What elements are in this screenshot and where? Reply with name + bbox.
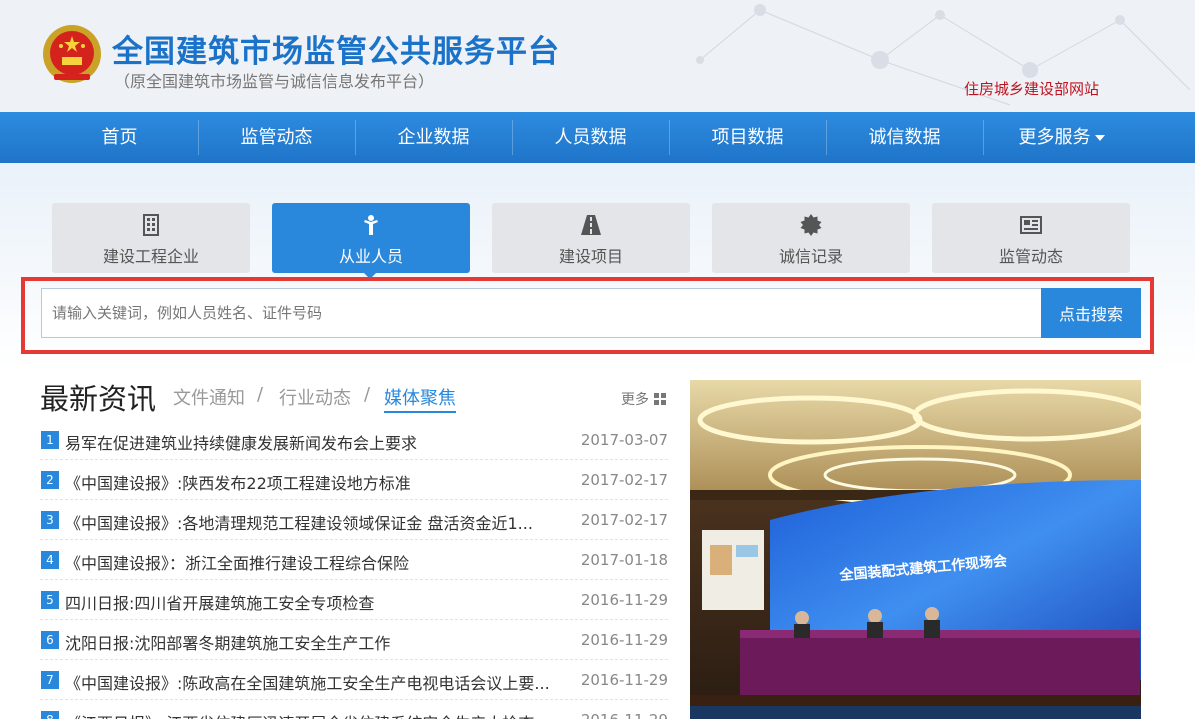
tab-label: 从业人员 [338, 247, 403, 266]
news-title[interactable]: 沈阳日报:沈阳部署冬期建筑施工安全生产工作 [65, 630, 555, 654]
grid-icon[interactable] [654, 393, 667, 405]
gear-badge-icon [800, 214, 822, 236]
tab-practitioners[interactable]: 从业人员 [272, 203, 470, 273]
news-date: 2016-11-29 [581, 711, 668, 719]
nav-item-label: 首页 [101, 127, 138, 148]
site-title: 全国建筑市场监管公共服务平台 [112, 34, 560, 70]
tab-file-notices[interactable]: 文件通知 [173, 384, 245, 410]
nav-item-label: 企业数据 [397, 127, 470, 148]
news-item[interactable]: 6 沈阳日报:沈阳部署冬期建筑施工安全生产工作 2016-11-29 [40, 620, 668, 660]
search-input[interactable] [41, 288, 1042, 338]
news-item[interactable]: 3 《中国建设报》:各地清理规范工程建设领域保证金 盘活资金近1... 2017… [40, 500, 668, 540]
item-number: 8 [41, 711, 59, 719]
news-title[interactable]: 《中国建设报》:陈政高在全国建筑施工安全生产电视电话会议上要... [65, 670, 555, 694]
photo-caption-bar [690, 706, 1141, 719]
nav-item-label: 人员数据 [554, 127, 627, 148]
site-subtitle: （原全国建筑市场监管与诚信信息发布平台） [114, 72, 435, 91]
tab-supervision-news[interactable]: 监管动态 [932, 203, 1130, 273]
ministry-website-link[interactable]: 住房城乡建设部网站 [964, 78, 1099, 99]
road-icon [581, 215, 601, 235]
tab-media-focus[interactable]: 媒体聚焦 [384, 384, 456, 413]
tab-label: 建设工程企业 [102, 247, 199, 266]
nav-item-project-data[interactable]: 项目数据 [669, 112, 826, 163]
nav-item-home[interactable]: 首页 [41, 112, 198, 163]
news-date: 2016-11-29 [580, 671, 668, 689]
nav-item-label: 更多服务 [1018, 127, 1091, 148]
item-number: 1 [41, 431, 59, 449]
nav-item-supervision[interactable]: 监管动态 [198, 112, 355, 163]
tab-separator: / [257, 384, 264, 405]
item-number: 7 [41, 671, 59, 689]
item-number: 4 [41, 551, 59, 569]
nav-item-enterprise-data[interactable]: 企业数据 [355, 112, 512, 163]
item-number: 5 [41, 591, 59, 609]
tab-construction-project[interactable]: 建设项目 [492, 203, 690, 273]
nav-item-credit-data[interactable]: 诚信数据 [826, 112, 983, 163]
news-title[interactable]: 《中国建设报》:各地清理规范工程建设领域保证金 盘活资金近1... [65, 510, 555, 534]
news-item[interactable]: 5 四川日报:四川省开展建筑施工安全专项检查 2016-11-29 [40, 580, 668, 620]
news-item[interactable]: 1 易军在促进建筑业持续健康发展新闻发布会上要求 2017-03-07 [40, 420, 668, 460]
tab-industry-news[interactable]: 行业动态 [279, 384, 351, 410]
tab-label: 诚信记录 [778, 247, 843, 266]
nav-item-personnel-data[interactable]: 人员数据 [512, 112, 669, 163]
tab-credit-records[interactable]: 诚信记录 [712, 203, 910, 273]
tab-construction-enterprise[interactable]: 建设工程企业 [52, 203, 250, 273]
news-title[interactable]: 《中国建设报》:陕西发布22项工程建设地方标准 [65, 470, 555, 494]
nav-item-label: 诚信数据 [868, 127, 941, 148]
news-title[interactable]: 四川日报:四川省开展建筑施工安全专项检查 [65, 590, 555, 614]
caret-down-icon [1094, 135, 1105, 141]
nav-item-label: 监管动态 [240, 127, 313, 148]
news-date: 2017-03-07 [580, 431, 668, 449]
news-photo[interactable]: 全国装配式建筑工作现场会 [690, 380, 1141, 719]
news-date: 2017-02-17 [580, 511, 668, 529]
news-date: 2017-01-18 [580, 551, 668, 569]
nav-item-label: 项目数据 [711, 127, 784, 148]
item-number: 6 [41, 631, 59, 649]
news-title[interactable]: 易军在促进建筑业持续健康发展新闻发布会上要求 [65, 430, 555, 454]
newspaper-icon [1020, 216, 1042, 234]
more-link[interactable]: 更多 [621, 389, 649, 409]
tab-label: 建设项目 [558, 247, 623, 266]
news-title[interactable]: 《中国建设报》：浙江全面推行建设工程综合保险 [65, 550, 555, 574]
site-header: 全国建筑市场监管公共服务平台 （原全国建筑市场监管与诚信信息发布平台） 住房城乡… [0, 0, 1195, 112]
person-icon [364, 215, 378, 235]
news-date: 2017-02-17 [580, 471, 668, 489]
search-button[interactable]: 点击搜索 [1041, 288, 1141, 338]
national-emblem-logo [43, 25, 101, 83]
news-date: 2016-11-29 [580, 591, 668, 609]
item-number: 2 [41, 471, 59, 489]
news-list: 1 易军在促进建筑业持续健康发展新闻发布会上要求 2017-03-07 2 《中… [40, 420, 668, 719]
news-item[interactable]: 4 《中国建设报》：浙江全面推行建设工程综合保险 2017-01-18 [40, 540, 668, 580]
building-icon [143, 214, 159, 236]
tab-separator: / [364, 384, 371, 405]
news-title[interactable]: 《江西日报》:江西省住建厅迅速开展全省住建系统安全生产大检查 [65, 710, 555, 719]
news-item[interactable]: 7 《中国建设报》:陈政高在全国建筑施工安全生产电视电话会议上要... 2016… [40, 660, 668, 700]
nav-item-more-services[interactable]: 更多服务 [983, 112, 1140, 163]
item-number: 3 [41, 511, 59, 529]
news-date: 2016-11-29 [580, 631, 668, 649]
news-heading: 最新资讯 [40, 382, 157, 416]
tab-label: 监管动态 [998, 247, 1063, 266]
news-item[interactable]: 2 《中国建设报》:陕西发布22项工程建设地方标准 2017-02-17 [40, 460, 668, 500]
main-nav: 首页 监管动态 企业数据 人员数据 项目数据 诚信数据 更多服务 [0, 112, 1195, 163]
news-item[interactable]: 8 《江西日报》:江西省住建厅迅速开展全省住建系统安全生产大检查 2016-11… [40, 700, 668, 719]
